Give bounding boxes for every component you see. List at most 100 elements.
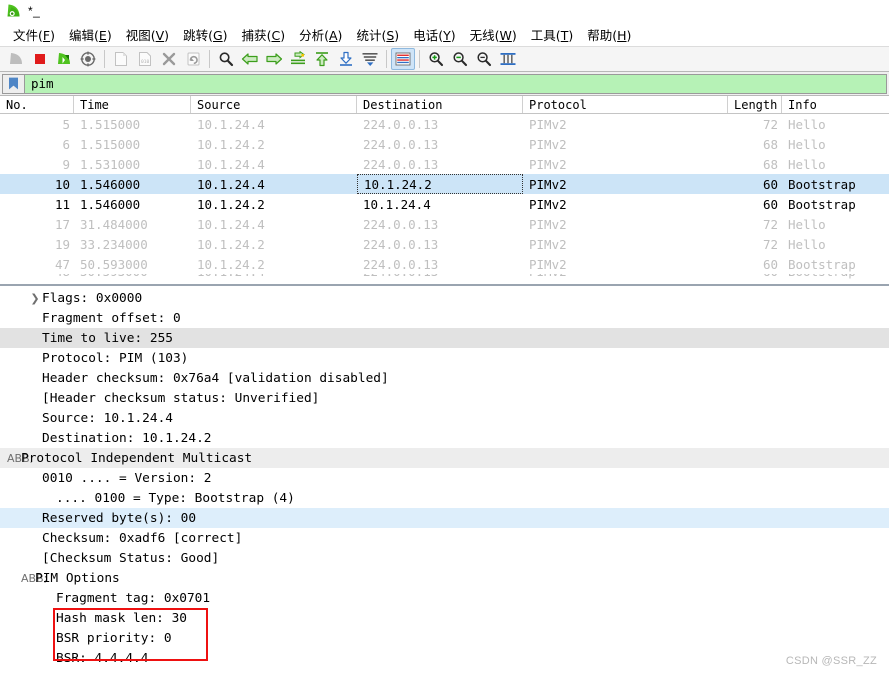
detail-row-bsr[interactable]: BSR: 4.4.4.4 [0,648,889,668]
menu-view[interactable]: 视图(V) [119,23,176,46]
close-file-icon[interactable] [157,48,181,70]
menu-analyze[interactable]: 分析(A) [292,23,349,46]
table-row-selected[interactable]: 10 1.546000 10.1.24.4 10.1.24.2 PIMv2 60… [0,174,889,194]
column-header-destination[interactable]: Destination [357,96,523,113]
detail-row-flags[interactable]: ❯ Flags: 0x0000 [0,288,889,308]
find-packet-icon[interactable] [214,48,238,70]
cell-time: 50.593000 [80,256,148,272]
table-row[interactable]: 19 33.234000 10.1.24.2 224.0.0.13 PIMv2 … [0,234,889,254]
column-header-no[interactable]: No. [0,96,74,113]
column-header-info[interactable]: Info [782,96,889,113]
cell-time: 33.234000 [80,236,148,252]
menu-edit-label: 编辑 [69,27,95,43]
detail-label: Fragment offset: 0 [42,310,181,326]
menu-telephony[interactable]: 电话(Y) [406,23,462,46]
detail-row-pim[interactable]: ABB; Protocol Independent Multicast [0,448,889,468]
cell-protocol: PIMv2 [529,116,567,132]
chevron-down-icon[interactable]: ABB; [7,453,33,464]
table-row[interactable]: 47 50.593000 10.1.24.2 224.0.0.13 PIMv2 … [0,254,889,274]
menu-help-mnemonic: H [617,27,627,43]
menu-view-mnemonic: V [155,27,165,43]
detail-label: BSR: 4.4.4.4 [56,650,149,666]
table-row[interactable]: 17 31.484000 10.1.24.4 224.0.0.13 PIMv2 … [0,214,889,234]
table-row[interactable]: 48 50.593000 10.1.24.4 224.0.0.13 PIMv2 … [0,274,889,281]
cell-source: 10.1.24.4 [197,176,265,192]
go-to-packet-icon[interactable] [286,48,310,70]
packet-list-pane[interactable]: No. Time Source Destination Protocol Len… [0,96,889,286]
zoom-out-icon[interactable] [448,48,472,70]
auto-scroll-icon[interactable] [358,48,382,70]
detail-row-bsr-priority[interactable]: BSR priority: 0 [0,628,889,648]
detail-row-protocol[interactable]: Protocol: PIM (103) [0,348,889,368]
capture-options-icon[interactable] [76,48,100,70]
menu-file-mnemonic: F [42,27,51,43]
chevron-down-icon[interactable]: ABB; [21,573,47,584]
bookmark-icon[interactable] [2,73,24,94]
detail-row-checksum[interactable]: Checksum: 0xadf6 [correct] [0,528,889,548]
column-header-length[interactable]: Length [728,96,782,113]
menu-help[interactable]: 帮助(H) [580,23,638,46]
resize-columns-icon[interactable] [496,48,520,70]
restart-capture-icon[interactable] [52,48,76,70]
detail-row-fragment-tag[interactable]: Fragment tag: 0x0701 [0,588,889,608]
detail-row-header-checksum-status[interactable]: [Header checksum status: Unverified] [0,388,889,408]
menu-wireless[interactable]: 无线(W) [463,23,524,46]
detail-row-type[interactable]: .... 0100 = Type: Bootstrap (4) [0,488,889,508]
detail-label: .... 0100 = Type: Bootstrap (4) [56,490,295,506]
table-row[interactable]: 9 1.531000 10.1.24.4 224.0.0.13 PIMv2 68… [0,154,889,174]
colorize-packets-icon[interactable] [391,48,415,70]
go-back-icon[interactable] [238,48,262,70]
menu-statistics[interactable]: 统计(S) [349,23,406,46]
packet-list-header: No. Time Source Destination Protocol Len… [0,96,889,114]
detail-row-checksum-status[interactable]: [Checksum Status: Good] [0,548,889,568]
detail-row-hash-mask-len[interactable]: Hash mask len: 30 [0,608,889,628]
detail-row-destination[interactable]: Destination: 10.1.24.2 [0,428,889,448]
table-row[interactable]: 11 1.546000 10.1.24.2 10.1.24.4 PIMv2 60… [0,194,889,214]
detail-row-reserved-bytes[interactable]: Reserved byte(s): 00 [0,508,889,528]
cell-protocol: PIMv2 [529,216,567,232]
zoom-in-icon[interactable] [424,48,448,70]
start-capture-icon[interactable] [4,48,28,70]
table-row[interactable]: 6 1.515000 10.1.24.2 224.0.0.13 PIMv2 68… [0,134,889,154]
column-header-protocol[interactable]: Protocol [523,96,728,113]
packet-list-clipped-row[interactable]: 48 50.593000 10.1.24.4 224.0.0.13 PIMv2 … [0,274,889,281]
go-last-packet-icon[interactable] [334,48,358,70]
menu-tools[interactable]: 工具(T) [524,23,580,46]
menu-go[interactable]: 跳转(G) [176,23,234,46]
detail-row-time-to-live[interactable]: Time to live: 255 [0,328,889,348]
cell-no: 5 [62,116,70,132]
detail-row-header-checksum[interactable]: Header checksum: 0x76a4 [validation disa… [0,368,889,388]
detail-label: PIM Options [35,570,120,586]
menu-telephony-label: 电话 [413,27,439,43]
detail-row-pim-options[interactable]: ABB; PIM Options [0,568,889,588]
cell-info: Bootstrap [788,256,856,272]
cell-length: 68 [762,136,778,152]
detail-row-source[interactable]: Source: 10.1.24.4 [0,408,889,428]
table-row[interactable]: 5 1.515000 10.1.24.4 224.0.0.13 PIMv2 72… [0,114,889,134]
detail-label: Destination: 10.1.24.2 [42,430,212,446]
open-file-icon[interactable] [109,48,133,70]
chevron-right-icon[interactable]: ❯ [28,293,42,304]
column-header-source[interactable]: Source [191,96,357,113]
reload-file-icon[interactable] [181,48,205,70]
save-file-icon[interactable]: 010 [133,48,157,70]
stop-capture-icon[interactable] [28,48,52,70]
cell-destination: 10.1.24.4 [363,196,431,212]
menu-file[interactable]: 文件(F) [6,23,62,46]
watermark: CSDN @SSR_ZZ [785,655,877,667]
cell-no: 6 [62,136,70,152]
detail-label: Fragment tag: 0x0701 [56,590,211,606]
cell-info: Hello [788,216,826,232]
cell-no: 10 [54,176,70,192]
menu-capture[interactable]: 捕获(C) [235,23,293,46]
go-forward-icon[interactable] [262,48,286,70]
column-header-time[interactable]: Time [74,96,191,113]
detail-row-fragment-offset[interactable]: Fragment offset: 0 [0,308,889,328]
go-first-packet-icon[interactable] [310,48,334,70]
menu-edit[interactable]: 编辑(E) [62,23,119,46]
svg-text:010: 010 [141,59,150,65]
packet-detail-pane[interactable]: ❯ Flags: 0x0000 Fragment offset: 0 Time … [0,288,889,675]
zoom-reset-icon[interactable] [472,48,496,70]
display-filter-input[interactable]: pim [24,73,887,94]
detail-row-version[interactable]: 0010 .... = Version: 2 [0,468,889,488]
